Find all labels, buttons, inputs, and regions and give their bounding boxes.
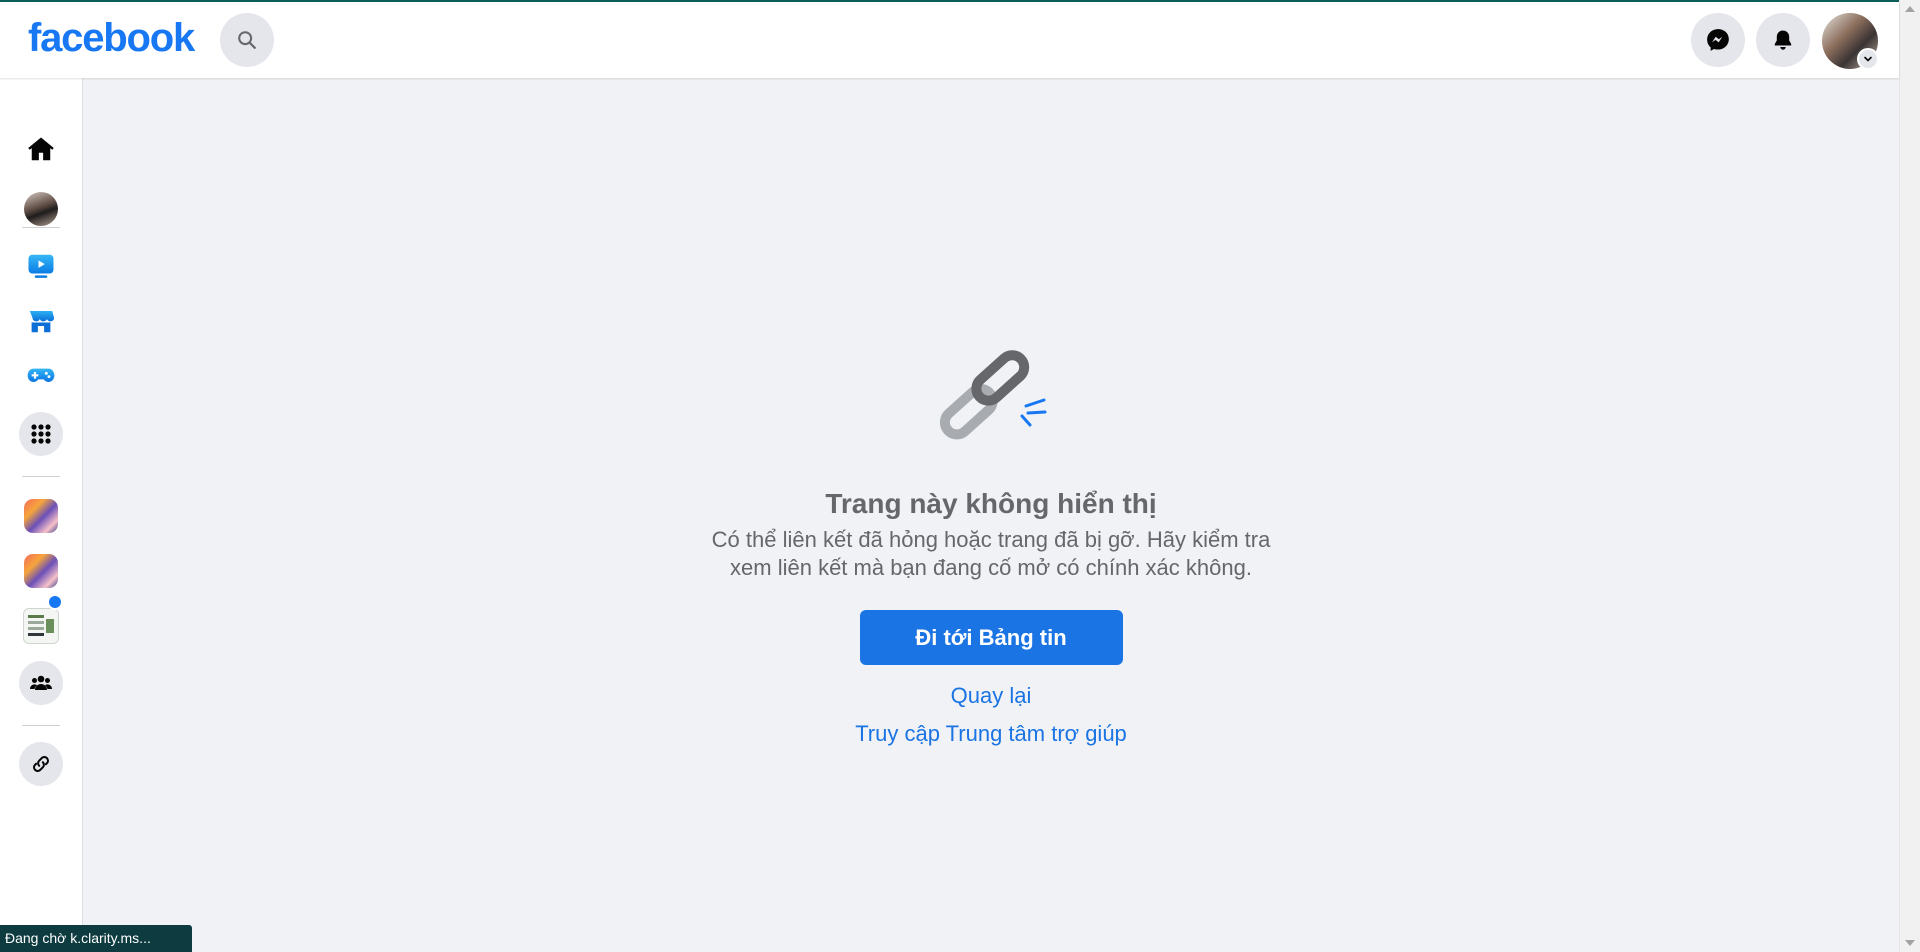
bell-icon xyxy=(1774,30,1792,50)
page-thumbnail xyxy=(24,554,58,588)
page-thumbnail xyxy=(24,499,58,533)
sidebar-divider xyxy=(22,476,60,477)
sidebar-item-menu[interactable] xyxy=(17,410,65,458)
sidebar-item-home[interactable] xyxy=(17,125,65,173)
sidebar-item-link[interactable] xyxy=(17,740,65,788)
groups-button-circle xyxy=(19,661,63,705)
messenger-button[interactable] xyxy=(1691,13,1745,67)
left-sidebar xyxy=(0,78,83,952)
grid-icon xyxy=(31,424,51,444)
sidebar-item-watch[interactable] xyxy=(17,242,65,290)
grid-button-circle xyxy=(19,412,63,456)
notifications-button[interactable] xyxy=(1756,13,1810,67)
messenger-icon xyxy=(1707,29,1729,51)
main-content: Trang này không hiển thị Có thể liên kết… xyxy=(83,78,1899,952)
search-icon xyxy=(238,31,256,49)
avatar xyxy=(24,192,58,226)
sidebar-item-profile[interactable] xyxy=(17,185,65,233)
group-icon xyxy=(30,675,52,690)
error-message-line: xem liên kết mà bạn đang cố mở có chính … xyxy=(730,555,1252,580)
sidebar-item-page-2[interactable] xyxy=(17,547,65,595)
page-thumbnail xyxy=(23,608,59,644)
scroll-up-arrow-icon[interactable] xyxy=(1905,6,1915,12)
sidebar-item-marketplace[interactable] xyxy=(17,297,65,345)
sidebar-item-gaming[interactable] xyxy=(17,352,65,400)
go-back-link[interactable]: Quay lại xyxy=(951,683,1032,709)
top-navbar: facebook xyxy=(0,2,1899,78)
page-title: Trang này không hiển thị xyxy=(825,488,1157,519)
sidebar-item-page-1[interactable] xyxy=(17,492,65,540)
go-to-feed-button[interactable]: Đi tới Bảng tin xyxy=(859,610,1123,665)
store-icon xyxy=(29,311,55,333)
chevron-down-icon xyxy=(1857,48,1879,70)
error-message-line: Có thể liên kết đã hỏng hoặc trang đã bị… xyxy=(711,527,1271,552)
scroll-down-arrow-icon[interactable] xyxy=(1905,940,1915,946)
broken-link-icon xyxy=(939,350,1047,440)
content-not-available: Trang này không hiển thị Có thể liên kết… xyxy=(83,328,1899,747)
link-button-circle xyxy=(19,742,63,786)
browser-status-bar: Đang chờ k.clarity.ms... xyxy=(0,925,192,952)
notification-dot xyxy=(47,594,63,610)
help-center-link[interactable]: Truy cập Trung tâm trợ giúp xyxy=(855,721,1127,747)
sidebar-item-groups[interactable] xyxy=(17,659,65,707)
sidebar-divider xyxy=(22,725,60,726)
video-icon xyxy=(28,254,54,278)
account-menu-button[interactable] xyxy=(1822,13,1879,70)
facebook-logo[interactable]: facebook xyxy=(28,16,195,61)
gamepad-icon xyxy=(27,368,55,382)
search-button[interactable] xyxy=(220,13,274,67)
error-message: Có thể liên kết đã hỏng hoặc trang đã bị… xyxy=(681,526,1301,582)
home-icon xyxy=(28,137,54,161)
link-icon xyxy=(33,756,49,772)
sidebar-item-page-3[interactable] xyxy=(17,594,65,650)
vertical-scrollbar[interactable] xyxy=(1899,0,1920,952)
sidebar-divider xyxy=(22,227,60,228)
